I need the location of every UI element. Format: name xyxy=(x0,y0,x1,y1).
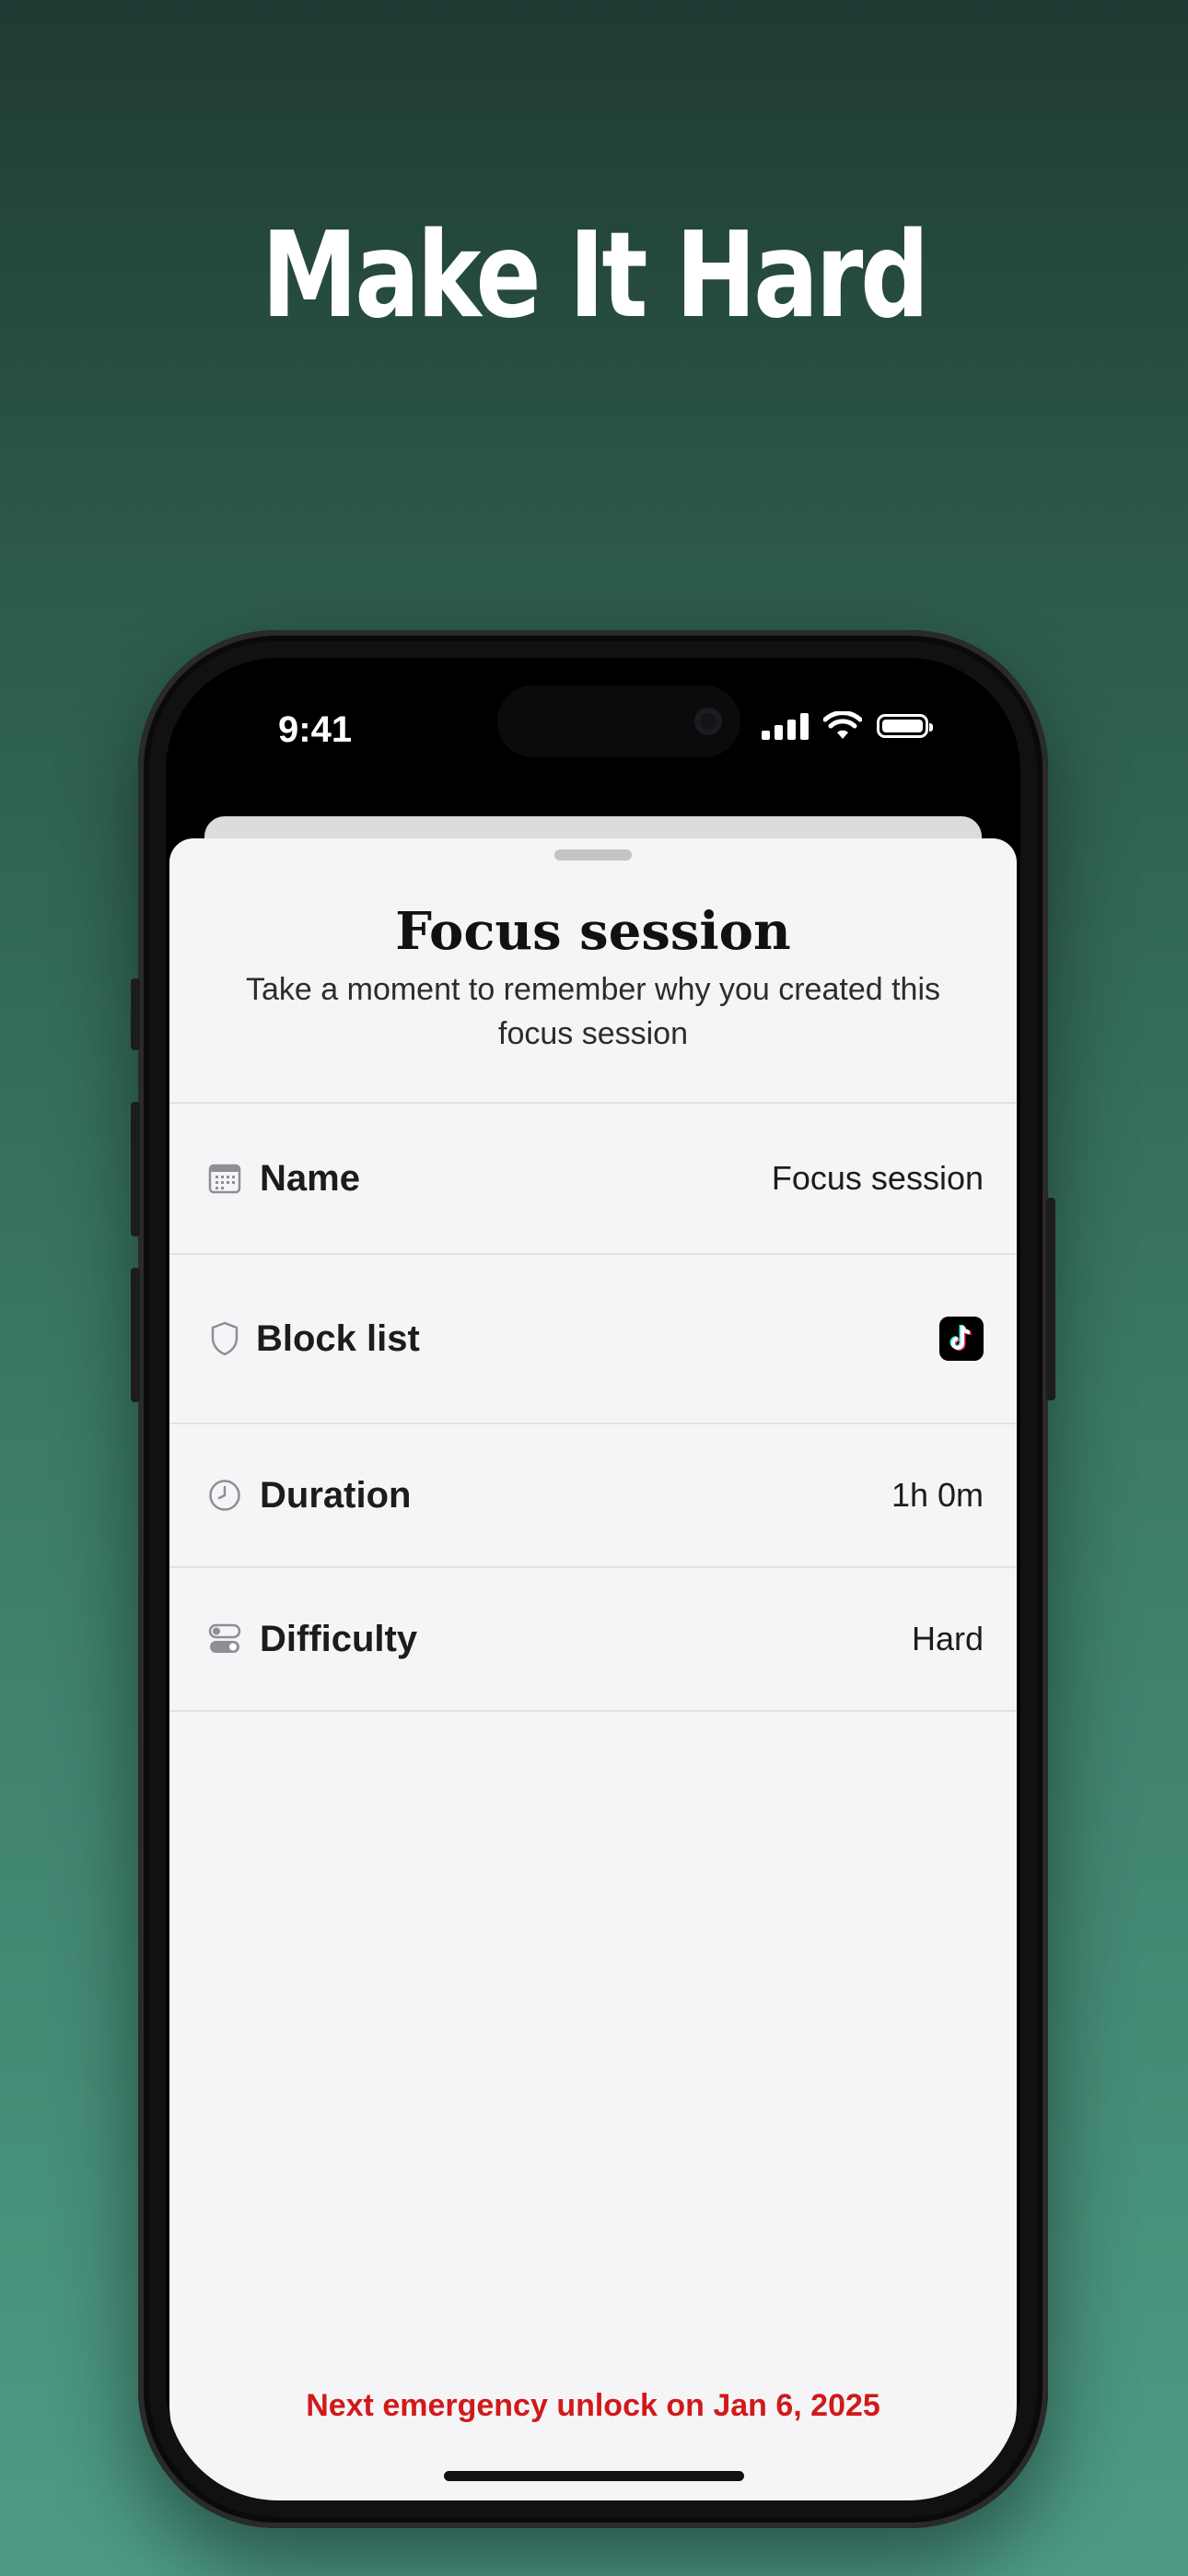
wifi-icon xyxy=(823,711,862,739)
tiktok-app-icon xyxy=(939,1317,984,1361)
phone-frame: 9:41 Focus session Take a moment to reme… xyxy=(131,630,1055,2528)
home-indicator[interactable] xyxy=(444,2471,744,2481)
row-value: Focus session xyxy=(771,1159,984,1197)
camera-icon xyxy=(694,708,722,735)
headline: Make It Hard xyxy=(262,207,929,345)
focus-session-sheet: Focus session Take a moment to remember … xyxy=(169,838,1017,2500)
clock-icon xyxy=(206,1477,243,1514)
row-block-list[interactable]: Block list xyxy=(169,1255,1017,1423)
row-value: Hard xyxy=(911,1620,984,1657)
calendar-icon xyxy=(206,1160,243,1197)
status-icons xyxy=(762,711,933,741)
sheet-title: Focus session xyxy=(395,901,791,962)
power-button xyxy=(1046,1198,1055,1400)
row-duration[interactable]: Duration 1h 0m xyxy=(169,1424,1017,1566)
sheet-subtitle: Take a moment to remember why you create… xyxy=(246,972,940,1051)
shield-icon xyxy=(206,1320,243,1357)
row-difficulty[interactable]: Difficulty Hard xyxy=(169,1568,1017,1710)
row-value: 1h 0m xyxy=(891,1476,984,1514)
status-time: 9:41 xyxy=(278,709,353,750)
sheet-grabber[interactable] xyxy=(554,849,632,861)
row-label: Block list xyxy=(256,1317,420,1359)
volume-up-button xyxy=(131,1102,140,1236)
row-label: Duration xyxy=(260,1474,412,1516)
action-button xyxy=(131,978,140,1050)
row-label: Name xyxy=(260,1157,360,1199)
signal-icon xyxy=(762,712,809,740)
volume-down-button xyxy=(131,1268,140,1402)
toggle-icon xyxy=(206,1621,243,1657)
emergency-unlock-notice: Next emergency unlock on Jan 6, 2025 xyxy=(306,2388,880,2423)
divider xyxy=(169,1710,1017,1712)
row-label: Difficulty xyxy=(260,1618,418,1659)
battery-icon xyxy=(877,714,933,738)
dynamic-island xyxy=(497,685,740,757)
phone-screen: 9:41 Focus session Take a moment to reme… xyxy=(166,658,1020,2500)
row-name[interactable]: Name Focus session xyxy=(169,1104,1017,1253)
